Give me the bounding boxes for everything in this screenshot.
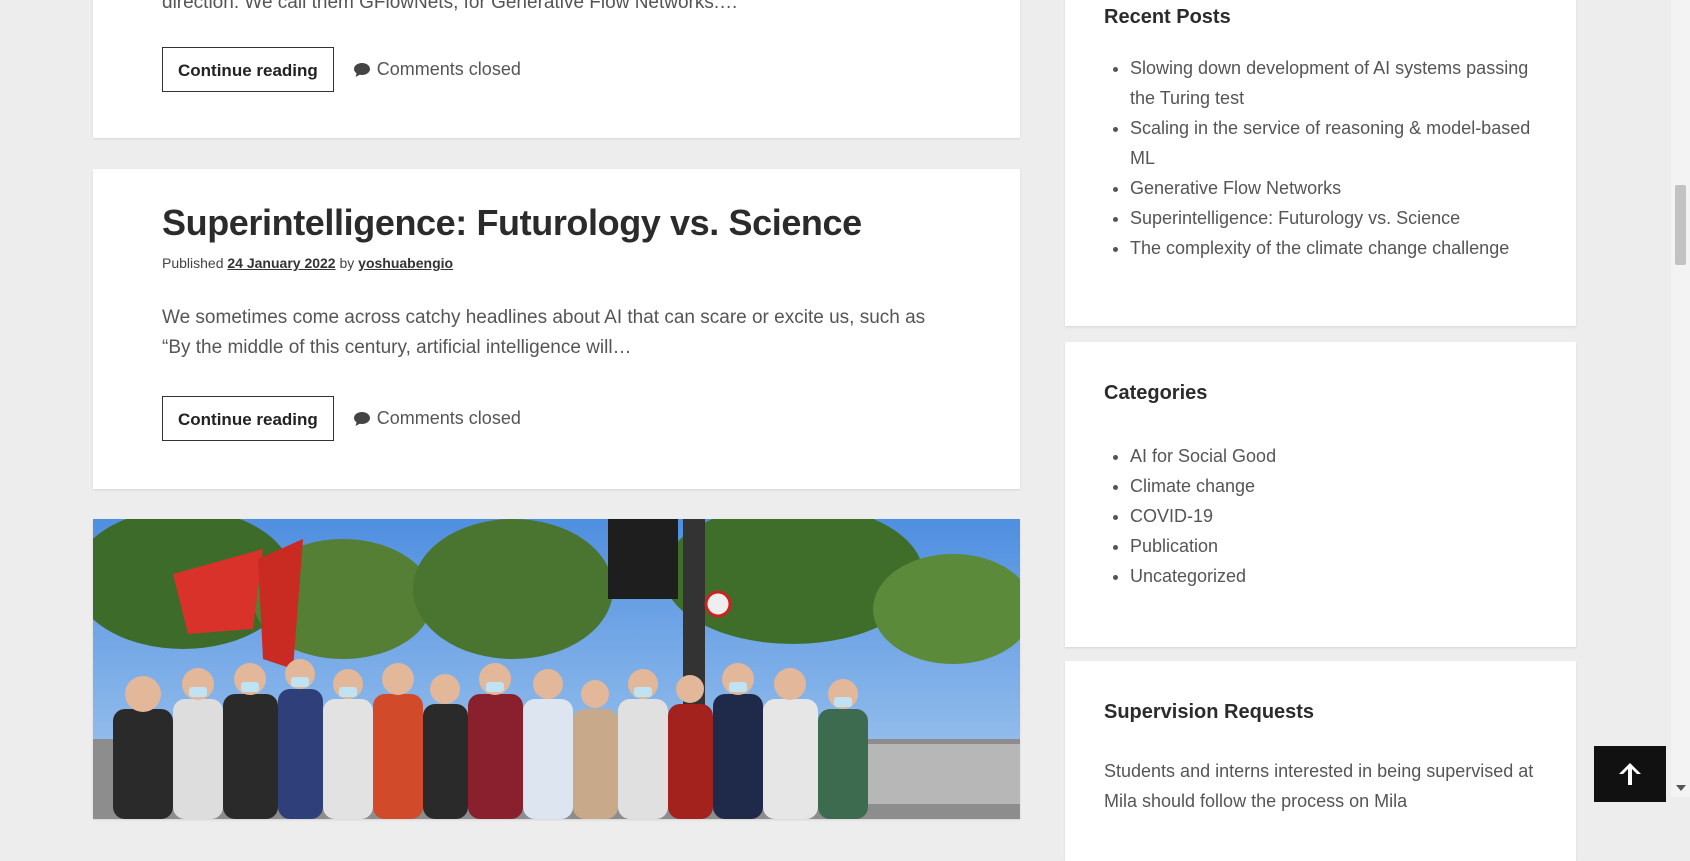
scrollbar-thumb[interactable] [1675, 185, 1686, 265]
category-link[interactable]: Publication [1130, 536, 1218, 556]
list-item: Uncategorized [1130, 561, 1550, 591]
recent-post-link[interactable]: Scaling in the service of reasoning & mo… [1130, 118, 1530, 168]
list-item: The complexity of the climate change cha… [1130, 233, 1550, 263]
post-excerpt: direction. We call them GFlowNets, for G… [162, 0, 739, 13]
comments-status: Comments closed [353, 408, 521, 429]
post-featured-image[interactable] [93, 519, 1020, 819]
recent-posts-widget: Recent Posts Slowing down development of… [1065, 0, 1576, 326]
post-title[interactable]: Superintelligence: Futurology vs. Scienc… [162, 202, 862, 244]
recent-post-link[interactable]: The complexity of the climate change cha… [1130, 238, 1509, 258]
list-item: COVID-19 [1130, 501, 1550, 531]
post-date-link[interactable]: 24 January 2022 [227, 255, 335, 271]
published-label: Published [162, 255, 224, 271]
recent-post-link[interactable]: Slowing down development of AI systems p… [1130, 58, 1528, 108]
comments-label: Comments closed [376, 59, 521, 79]
speech-bubble-icon [353, 62, 370, 77]
categories-list: AI for Social Good Climate change COVID-… [1104, 441, 1550, 591]
post-meta: Published 24 January 2022 by yoshuabengi… [162, 255, 453, 271]
comments-label: Comments closed [376, 408, 521, 428]
list-item: Generative Flow Networks [1130, 173, 1550, 203]
list-item: Climate change [1130, 471, 1550, 501]
recent-posts-list: Slowing down development of AI systems p… [1104, 53, 1550, 263]
arrow-up-icon [1619, 763, 1641, 785]
by-label: by [339, 255, 355, 271]
list-item: Superintelligence: Futurology vs. Scienc… [1130, 203, 1550, 233]
vertical-scrollbar[interactable] [1671, 0, 1690, 797]
list-item: Slowing down development of AI systems p… [1130, 53, 1550, 113]
post-card-superintelligence: Superintelligence: Futurology vs. Scienc… [93, 169, 1020, 489]
back-to-top-button[interactable] [1594, 746, 1666, 802]
post-actions: Continue reading Comments closed [162, 47, 521, 92]
widget-title: Supervision Requests [1104, 701, 1315, 723]
category-link[interactable]: AI for Social Good [1130, 446, 1276, 466]
author-link[interactable]: yoshuabengio [358, 255, 453, 271]
continue-reading-button[interactable]: Continue reading [162, 47, 334, 92]
list-item: AI for Social Good [1130, 441, 1550, 471]
category-link[interactable]: Uncategorized [1130, 566, 1246, 586]
categories-widget: Categories AI for Social Good Climate ch… [1065, 342, 1576, 647]
post-card-gflownets: direction. We call them GFlowNets, for G… [93, 0, 1020, 138]
recent-post-link[interactable]: Superintelligence: Futurology vs. Scienc… [1130, 208, 1460, 228]
continue-reading-button[interactable]: Continue reading [162, 396, 334, 441]
supervision-requests-widget: Supervision Requests Students and intern… [1065, 661, 1576, 861]
speech-bubble-icon [353, 411, 370, 426]
recent-post-link[interactable]: Generative Flow Networks [1130, 178, 1341, 198]
widget-title: Recent Posts [1104, 6, 1231, 28]
category-link[interactable]: Climate change [1130, 476, 1255, 496]
list-item: Scaling in the service of reasoning & mo… [1130, 113, 1550, 173]
supervision-text: Students and interns interested in being… [1104, 761, 1534, 811]
photo-crowd-climate-march [93, 519, 1020, 819]
category-link[interactable]: COVID-19 [1130, 506, 1213, 526]
comments-status: Comments closed [353, 59, 521, 80]
list-item: Publication [1130, 531, 1550, 561]
post-excerpt: We sometimes come across catchy headline… [162, 307, 926, 358]
scroll-down-arrow-icon[interactable] [1676, 785, 1686, 791]
post-actions: Continue reading Comments closed [162, 396, 521, 441]
widget-title: Categories [1104, 382, 1208, 404]
